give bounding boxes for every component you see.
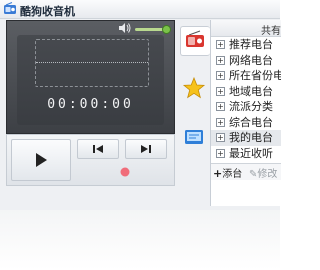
- record-button[interactable]: [99, 162, 151, 182]
- expand-icon[interactable]: +: [216, 148, 225, 158]
- expand-icon[interactable]: +: [216, 40, 225, 49]
- list-footer: +添台 ✎修改: [211, 163, 281, 180]
- expand-icon[interactable]: +: [216, 71, 225, 80]
- volume-icon[interactable]: [119, 23, 131, 33]
- station-category-list: + 推荐电台 + 网络电台 + 所在省份电台 + 地域电台 + 流派分类 + 综…: [211, 37, 281, 161]
- plus-icon: +: [213, 167, 223, 180]
- window-shadow: [0, 210, 280, 270]
- waveform-area: [35, 39, 149, 87]
- sidebar-item-favorites[interactable]: [180, 74, 208, 102]
- previous-button[interactable]: [77, 139, 119, 159]
- star-icon: [182, 76, 206, 99]
- list-item-label: 我的电台: [229, 131, 273, 144]
- category-sidebar: [178, 22, 210, 152]
- play-icon: [36, 153, 47, 167]
- play-button[interactable]: [11, 139, 71, 181]
- edit-station-label: 修改: [257, 169, 278, 180]
- list-item[interactable]: + 地域电台: [211, 84, 281, 100]
- add-station-button[interactable]: +添台: [213, 165, 242, 180]
- next-icon: [141, 145, 151, 153]
- window-title: 酷狗收音机: [20, 5, 75, 18]
- player-screen: 00:00:00: [17, 35, 164, 125]
- list-item[interactable]: + 所在省份电台: [211, 68, 281, 84]
- radio-icon: [186, 30, 204, 47]
- expand-icon[interactable]: +: [216, 55, 225, 65]
- list-item-label: 流派分类: [229, 100, 273, 113]
- expand-icon[interactable]: +: [216, 102, 225, 111]
- list-item-label: 综合电台: [229, 115, 273, 129]
- next-button[interactable]: [125, 139, 167, 159]
- sidebar-item-radio[interactable]: [180, 26, 210, 56]
- list-header: 共有: [211, 20, 281, 37]
- edit-station-button[interactable]: ✎修改: [249, 165, 277, 180]
- waveform-baseline: [36, 62, 148, 64]
- list-item[interactable]: + 推荐电台: [211, 37, 281, 53]
- list-item-label: 所在省份电台: [229, 69, 281, 82]
- list-item-label: 网络电台: [229, 53, 273, 67]
- previous-icon: [93, 145, 103, 153]
- expand-icon[interactable]: +: [216, 86, 225, 96]
- list-item-label: 推荐电台: [229, 38, 273, 51]
- time-display: 00:00:00: [47, 97, 134, 112]
- expand-icon[interactable]: +: [216, 117, 225, 127]
- list-item[interactable]: + 流派分类: [211, 99, 281, 115]
- screen-icon: [185, 130, 203, 144]
- list-item-label: 地域电台: [229, 84, 273, 98]
- list-item[interactable]: + 我的电台: [211, 130, 281, 146]
- add-station-label: 添台: [222, 169, 243, 180]
- radio-window: 酷狗收音机 00:00:00 共有 + 推荐电台 + 网络电台 + 所在省份电 …: [0, 0, 281, 210]
- sidebar-item-screen[interactable]: [180, 123, 208, 151]
- expand-icon[interactable]: +: [216, 133, 225, 142]
- list-item-label: 最近收听: [229, 146, 273, 160]
- playback-controls: [6, 134, 175, 186]
- radio-app-icon: [4, 2, 16, 14]
- list-item[interactable]: + 网络电台: [211, 53, 281, 69]
- list-item[interactable]: + 综合电台: [211, 115, 281, 131]
- list-item[interactable]: + 最近收听: [211, 146, 281, 162]
- station-list-panel: 共有 + 推荐电台 + 网络电台 + 所在省份电台 + 地域电台 + 流派分类: [210, 20, 281, 206]
- volume-slider-handle[interactable]: [162, 25, 171, 34]
- player-panel: 00:00:00: [6, 20, 175, 134]
- list-header-label: 共有: [261, 26, 281, 37]
- title-bar[interactable]: 酷狗收音机: [0, 0, 280, 19]
- record-icon: [120, 167, 130, 177]
